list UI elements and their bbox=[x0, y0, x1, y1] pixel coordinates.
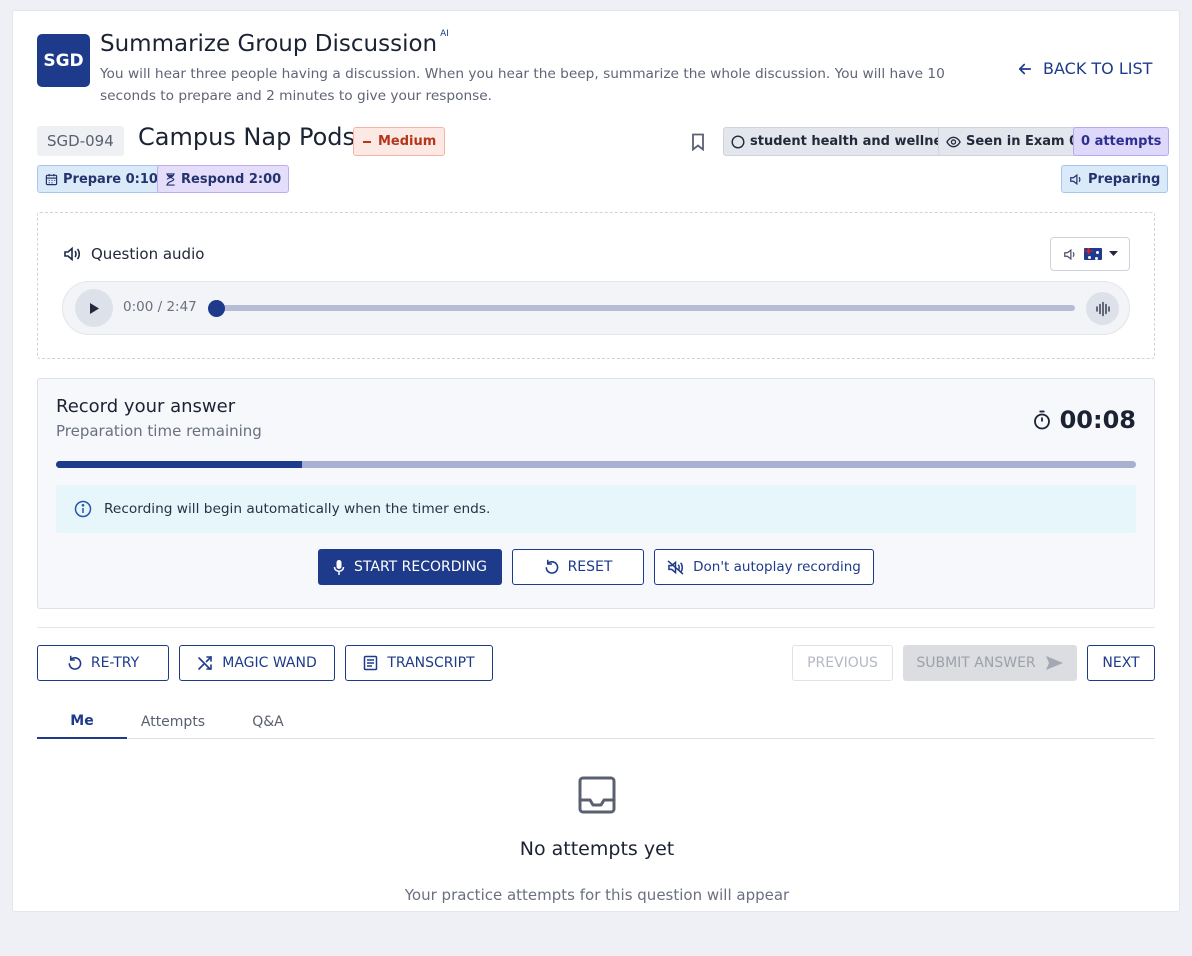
circle-icon bbox=[731, 134, 745, 149]
preparation-progress-fill bbox=[56, 461, 303, 468]
stopwatch-icon bbox=[1033, 410, 1050, 430]
hourglass-icon bbox=[166, 172, 175, 186]
info-icon bbox=[74, 500, 92, 518]
speaker-icon bbox=[1070, 173, 1081, 185]
start-recording-label: START RECORDING bbox=[354, 559, 487, 575]
page-title-text: Summarize Group Discussion bbox=[100, 31, 438, 57]
attempts-chip: 0 attempts bbox=[1073, 127, 1170, 156]
ai-badge: AI bbox=[440, 29, 449, 40]
eye-icon bbox=[946, 136, 961, 147]
empty-state-subtitle: Your practice attempts for this question… bbox=[404, 886, 790, 904]
back-to-list-label: BACK TO LIST bbox=[1043, 59, 1153, 78]
tab-me[interactable]: Me bbox=[37, 705, 127, 739]
status-label: Preparing bbox=[1088, 171, 1161, 187]
prepare-label: Prepare 0:10 bbox=[63, 171, 158, 187]
inbox-icon bbox=[578, 776, 616, 814]
tab-qa[interactable]: Q&A bbox=[233, 705, 303, 739]
transcript-button[interactable]: TRANSCRIPT bbox=[345, 645, 493, 681]
submit-answer-label: SUBMIT ANSWER bbox=[916, 655, 1036, 671]
question-audio-panel: Question audio 0:00 / 2:47 bbox=[37, 212, 1155, 359]
audio-time: 0:00 / 2:47 bbox=[123, 299, 197, 315]
play-button[interactable] bbox=[75, 289, 113, 327]
audio-player: 0:00 / 2:47 bbox=[62, 281, 1130, 335]
previous-button[interactable]: PREVIOUS bbox=[792, 645, 893, 681]
difficulty-badge: Medium bbox=[353, 127, 446, 156]
reset-button[interactable]: RESET bbox=[512, 549, 644, 585]
audio-seek-track[interactable] bbox=[213, 305, 1075, 311]
record-answer-panel: Record your answer Preparation time rema… bbox=[37, 378, 1155, 609]
sgd-logo: SGD bbox=[37, 34, 90, 87]
question-name: Campus Nap Pods bbox=[138, 123, 355, 151]
prepare-time-pill: Prepare 0:10 bbox=[37, 165, 166, 193]
countdown-timer: 00:08 bbox=[1033, 406, 1136, 434]
difficulty-label: Medium bbox=[378, 134, 437, 149]
preparation-progress-bar bbox=[56, 461, 1136, 468]
speaker-icon bbox=[1063, 248, 1074, 260]
retry-label: RE-TRY bbox=[90, 655, 140, 671]
australia-flag-icon bbox=[1083, 248, 1102, 260]
status-pill: Preparing bbox=[1061, 165, 1169, 193]
info-banner: Recording will begin automatically when … bbox=[56, 485, 1136, 533]
autoplay-label: Don't autoplay recording bbox=[693, 559, 861, 575]
audio-seek-thumb[interactable] bbox=[208, 300, 225, 317]
question-id: SGD-094 bbox=[37, 126, 124, 156]
microphone-icon bbox=[333, 559, 345, 575]
shuffle-icon bbox=[198, 656, 213, 670]
accent-selector[interactable] bbox=[1050, 237, 1130, 271]
transcript-label: TRANSCRIPT bbox=[387, 655, 475, 671]
arrow-left-icon bbox=[1018, 63, 1032, 74]
seen-label: Seen in Exam 0 bbox=[966, 134, 1079, 149]
caret-down-icon bbox=[1108, 251, 1118, 256]
speaker-icon bbox=[64, 246, 81, 262]
question-audio-heading: Question audio bbox=[63, 245, 204, 263]
play-icon bbox=[90, 302, 99, 314]
task-description: You will hear three people having a disc… bbox=[100, 66, 945, 104]
timer-value: 00:08 bbox=[1059, 406, 1136, 434]
mute-icon bbox=[667, 559, 684, 575]
reset-label: RESET bbox=[567, 559, 613, 575]
empty-state-title: No attempts yet bbox=[519, 838, 675, 860]
retry-icon bbox=[68, 655, 82, 670]
submit-answer-button[interactable]: SUBMIT ANSWER bbox=[903, 645, 1077, 681]
record-subtitle: Preparation time remaining bbox=[56, 422, 262, 440]
back-to-list-link[interactable]: BACK TO LIST bbox=[1016, 59, 1152, 78]
minus-icon bbox=[363, 140, 371, 143]
respond-label: Respond 2:00 bbox=[181, 171, 282, 187]
topic-label: student health and wellness bbox=[750, 134, 958, 149]
waveform-button[interactable] bbox=[1086, 292, 1119, 325]
magic-wand-button[interactable]: MAGIC WAND bbox=[179, 645, 335, 681]
reset-icon bbox=[545, 559, 558, 574]
logo-text: SGD bbox=[43, 50, 84, 71]
attempt-tabs: Me Attempts Q&A bbox=[37, 705, 1155, 739]
page-title: Summarize Group Discussion AI bbox=[100, 29, 449, 57]
magic-wand-label: MAGIC WAND bbox=[222, 655, 317, 671]
respond-time-pill: Respond 2:00 bbox=[157, 165, 290, 193]
question-audio-label: Question audio bbox=[91, 245, 205, 263]
waveform-icon bbox=[1095, 301, 1110, 316]
seen-in-exam-chip: Seen in Exam 0 bbox=[938, 127, 1087, 156]
question-card: SGD Summarize Group Discussion AI You wil… bbox=[12, 10, 1180, 912]
record-title: Record your answer bbox=[56, 396, 236, 417]
calendar-icon bbox=[45, 173, 58, 185]
autoplay-toggle-button[interactable]: Don't autoplay recording bbox=[654, 549, 874, 585]
tab-attempts[interactable]: Attempts bbox=[127, 705, 219, 739]
send-icon bbox=[1045, 656, 1063, 670]
topic-chip: student health and wellness bbox=[723, 127, 966, 156]
next-button[interactable]: NEXT bbox=[1087, 645, 1155, 681]
retry-button[interactable]: RE-TRY bbox=[37, 645, 169, 681]
bookmark-icon[interactable] bbox=[690, 133, 706, 151]
start-recording-button[interactable]: START RECORDING bbox=[318, 549, 502, 585]
info-text: Recording will begin automatically when … bbox=[104, 501, 491, 517]
section-divider bbox=[37, 627, 1155, 628]
document-icon bbox=[364, 655, 378, 671]
